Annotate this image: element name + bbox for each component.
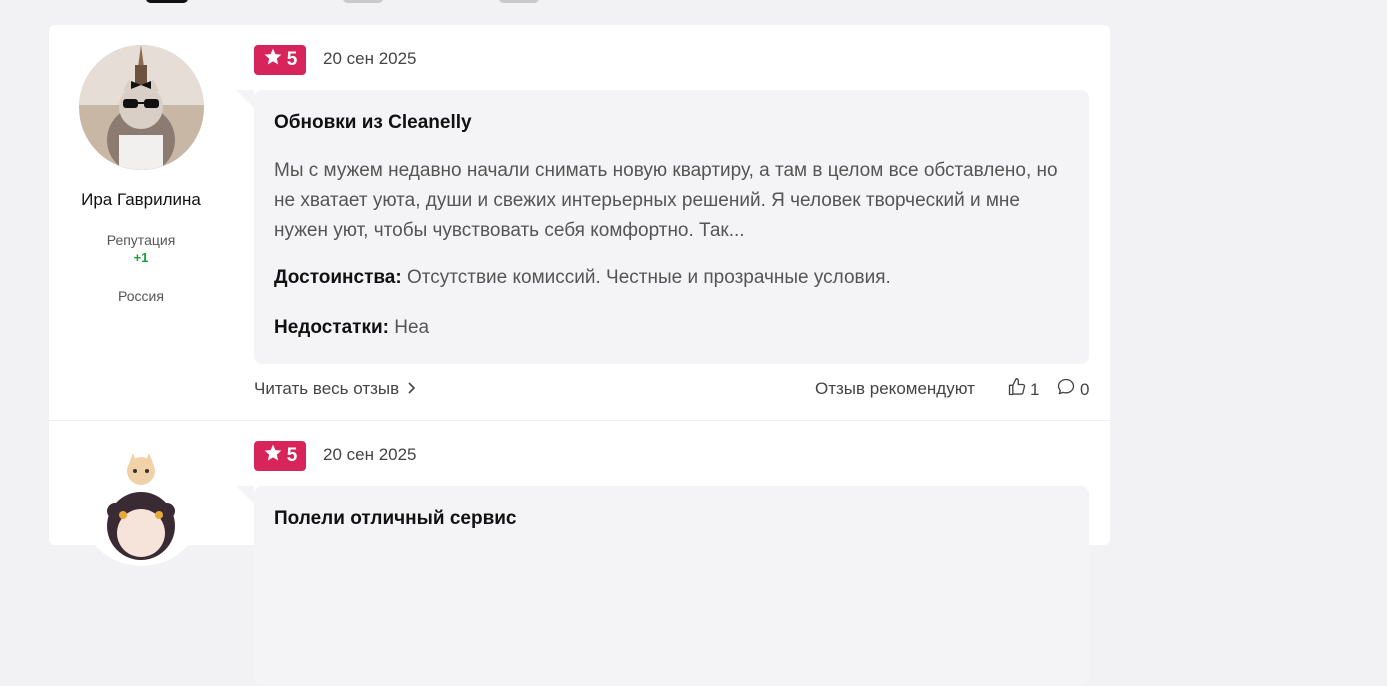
reputation-label: Репутация bbox=[106, 232, 176, 248]
cons-text: Неа bbox=[394, 317, 430, 338]
star-icon bbox=[263, 47, 283, 73]
avatar[interactable] bbox=[79, 441, 204, 566]
tab-indicator bbox=[343, 0, 383, 3]
tab-indicator bbox=[499, 0, 539, 3]
review-cons: Недостатки: Неа bbox=[274, 317, 429, 339]
pros-text: Отсутствие комиссий. Честные и прозрачны… bbox=[406, 267, 891, 288]
reputation-value: +1 bbox=[133, 250, 149, 265]
rating-badge: 5 bbox=[254, 441, 306, 471]
author-name[interactable]: Ира Гаврилина bbox=[49, 190, 233, 210]
review-card: Ира Гаврилина Репутация +1 Россия 5 20 с… bbox=[49, 25, 1110, 421]
recommend-label: Отзыв рекомендуют bbox=[815, 379, 975, 398]
like-button[interactable]: 1 bbox=[1007, 377, 1039, 402]
rating-badge: 5 bbox=[254, 45, 306, 75]
comments-button[interactable]: 0 bbox=[1056, 377, 1089, 402]
read-more-link[interactable]: Читать весь отзыв bbox=[254, 379, 416, 399]
likes-count: 1 bbox=[1030, 379, 1040, 399]
pros-label: Достоинства: bbox=[274, 267, 402, 288]
review-body: Полели отличный сервис bbox=[236, 486, 1089, 686]
review-text: Мы с мужем недавно начали снимать новую … bbox=[274, 160, 1058, 241]
read-more-label: Читать весь отзыв bbox=[254, 379, 400, 398]
review-card: 5 20 сен 2025 Полели отличный сервис bbox=[49, 421, 1110, 686]
reviews-list: Ира Гаврилина Репутация +1 Россия 5 20 с… bbox=[49, 25, 1110, 686]
tab-indicator bbox=[146, 0, 188, 3]
review-title[interactable]: Обновки из Cleanelly bbox=[274, 112, 472, 134]
rating-value: 5 bbox=[286, 445, 298, 466]
thumbs-up-icon bbox=[1007, 377, 1027, 402]
review-date: 20 сен 2025 bbox=[323, 49, 417, 68]
avatar[interactable] bbox=[79, 45, 204, 170]
top-strip bbox=[0, 0, 1387, 5]
review-date: 20 сен 2025 bbox=[323, 445, 417, 464]
review-title[interactable]: Полели отличный сервис bbox=[274, 508, 517, 530]
comments-count: 0 bbox=[1080, 379, 1090, 399]
chevron-right-icon bbox=[407, 379, 416, 399]
review-pros: Достоинства: Отсутствие комиссий. Честны… bbox=[274, 267, 891, 289]
comment-icon bbox=[1056, 377, 1076, 402]
star-icon bbox=[263, 443, 283, 469]
review-body: Обновки из Cleanelly Мы с мужем недавно … bbox=[236, 90, 1089, 364]
rating-value: 5 bbox=[286, 49, 298, 70]
cons-label: Недостатки: bbox=[274, 317, 389, 338]
author-country: Россия bbox=[118, 288, 164, 304]
